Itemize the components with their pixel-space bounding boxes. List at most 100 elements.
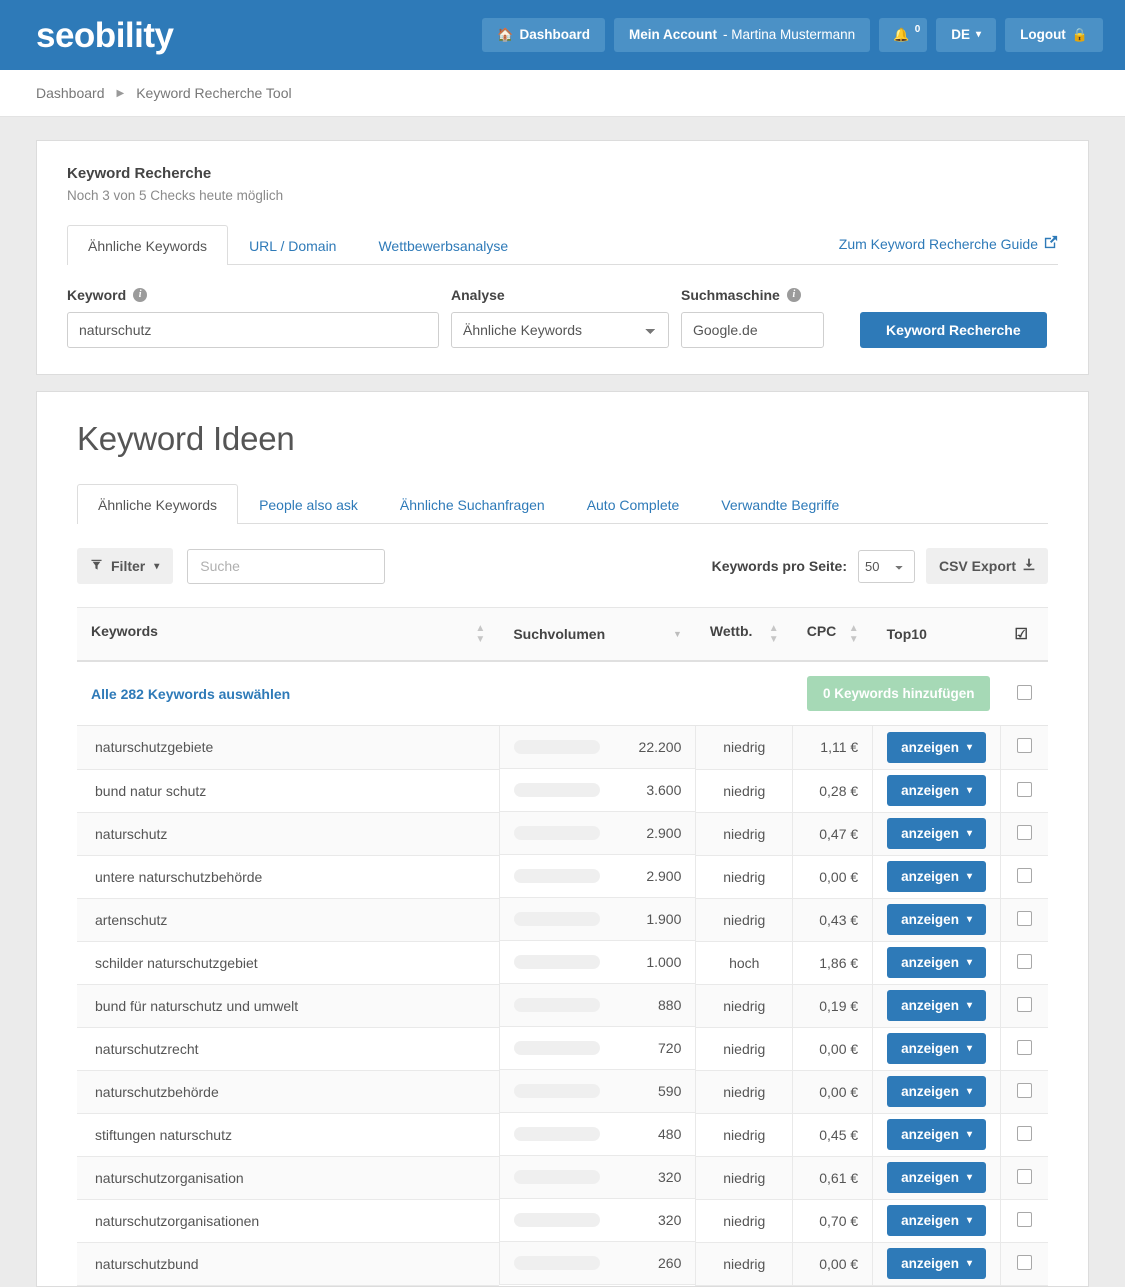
notifications-button[interactable]: 🔔 0	[879, 18, 928, 52]
tab-aehnliche-suchanfragen[interactable]: Ähnliche Suchanfragen	[379, 484, 566, 524]
keyword-research-guide-link[interactable]: Zum Keyword Recherche Guide	[839, 235, 1058, 264]
checkbox-row[interactable]	[1016, 1211, 1032, 1227]
column-header-cpc[interactable]: CPC ▲ ▼	[792, 607, 873, 662]
show-top10-button[interactable]: anzeigen ▾	[887, 1248, 986, 1279]
checkbox-row[interactable]	[1016, 824, 1032, 840]
show-top10-button[interactable]: anzeigen ▾	[887, 1119, 986, 1150]
keyword-research-submit-button[interactable]: Keyword Recherche	[860, 312, 1047, 348]
show-top10-button[interactable]: anzeigen ▾	[887, 861, 986, 892]
volume-bar-track	[514, 1084, 601, 1098]
tab-aehnliche-keywords-results[interactable]: Ähnliche Keywords	[77, 484, 239, 524]
volume-value: 720	[658, 1040, 682, 1056]
search-input[interactable]	[187, 548, 386, 584]
checkbox-row[interactable]	[1016, 953, 1032, 969]
info-icon[interactable]: i	[786, 288, 801, 302]
volume-bar-track	[514, 869, 601, 883]
suchmaschine-input[interactable]	[681, 312, 824, 348]
show-top10-button[interactable]: anzeigen ▾	[887, 947, 986, 978]
show-button-label: anzeigen	[901, 869, 959, 884]
checkbox-row[interactable]	[1016, 996, 1032, 1012]
checkbox-row[interactable]	[1016, 867, 1032, 883]
analyse-label-text: Analyse	[451, 287, 505, 303]
cell-search-volume: 22.200	[499, 726, 696, 769]
add-keywords-button[interactable]: 0 Keywords hinzufügen	[806, 676, 991, 711]
show-top10-button[interactable]: anzeigen ▾	[887, 990, 986, 1021]
show-button-label: anzeigen	[901, 1256, 959, 1271]
tab-wettbewerbsanalyse[interactable]: Wettbewerbsanalyse	[357, 225, 529, 265]
cell-competition: niedrig	[695, 1242, 793, 1286]
column-header-cpc-label: CPC	[806, 623, 837, 639]
table-row: bund für naturschutz und umwelt 880 niedri…	[77, 984, 1048, 1028]
tab-people-also-ask[interactable]: People also ask	[238, 484, 379, 524]
cell-top10: anzeigen ▾	[872, 769, 1001, 813]
cell-cpc: 0,00 €	[792, 855, 873, 899]
cell-search-volume: 880	[499, 984, 696, 1027]
csv-export-button[interactable]: CSV Export	[925, 548, 1048, 584]
show-top10-button[interactable]: anzeigen ▾	[887, 1205, 986, 1236]
filter-button[interactable]: Filter ▾	[77, 548, 174, 584]
cell-top10: anzeigen ▾	[872, 898, 1001, 942]
keyword-field-label: Keyword i	[67, 287, 439, 303]
show-top10-button[interactable]: anzeigen ▾	[887, 731, 986, 763]
sort-icon: ▲ ▼	[768, 623, 779, 645]
show-top10-button[interactable]: anzeigen ▾	[887, 818, 986, 849]
show-top10-button[interactable]: anzeigen ▾	[887, 1033, 986, 1064]
checkbox-row[interactable]	[1016, 910, 1032, 926]
tab-verwandte-begriffe[interactable]: Verwandte Begriffe	[700, 484, 860, 524]
cell-row-checkbox	[999, 1027, 1048, 1071]
chevron-down-icon: ▾	[966, 1129, 972, 1140]
keyword-field-group: Keyword i	[67, 287, 439, 348]
cell-cpc: 0,00 €	[792, 1027, 873, 1071]
checkbox-select-all[interactable]	[1016, 684, 1032, 700]
select-all-keywords-link[interactable]: Alle 282 Keywords auswählen	[91, 686, 290, 702]
account-button[interactable]: Mein Account - Martina Mustermann	[614, 17, 871, 53]
tab-aehnliche-keywords[interactable]: Ähnliche Keywords	[67, 225, 229, 265]
filter-icon	[91, 558, 102, 574]
toolbar-right-group: Keywords pro Seite: 50 CSV Export	[712, 548, 1048, 584]
show-button-label: anzeigen	[901, 998, 959, 1013]
dashboard-button[interactable]: 🏠 Dashboard	[482, 17, 606, 53]
seobility-logo[interactable]: seobility	[36, 18, 174, 53]
checkbox-row[interactable]	[1016, 1168, 1032, 1184]
checkbox-row[interactable]	[1016, 1125, 1032, 1141]
breadcrumb-item-dashboard[interactable]: Dashboard	[36, 85, 105, 101]
top-nav-actions: 🏠 Dashboard Mein Account - Martina Muste…	[482, 0, 1103, 70]
checkbox-row[interactable]	[1016, 1254, 1032, 1270]
keyword-results-table: Keywords ▲ ▼ Suchvolumen ▼ Wettb. ▲ ▼ CPC …	[77, 607, 1048, 1286]
cell-keyword: naturschutz	[77, 812, 500, 856]
guide-link-label: Zum Keyword Recherche Guide	[838, 235, 1038, 252]
breadcrumb-separator-icon: ▶	[116, 87, 125, 99]
cell-cpc: 0,47 €	[792, 812, 873, 856]
language-selector-button[interactable]: DE ▾	[936, 17, 997, 53]
cell-row-checkbox	[999, 812, 1048, 856]
checkbox-row[interactable]	[1016, 1039, 1032, 1055]
column-header-wettbewerb[interactable]: Wettb. ▲ ▼	[695, 607, 793, 662]
show-top10-button[interactable]: anzeigen ▾	[887, 1076, 986, 1107]
show-top10-button[interactable]: anzeigen ▾	[887, 775, 986, 806]
suchmaschine-label-text: Suchmaschine	[681, 287, 780, 303]
checkbox-row[interactable]	[1016, 738, 1032, 754]
cell-row-checkbox	[999, 769, 1048, 813]
checkbox-row[interactable]	[1016, 1082, 1032, 1098]
chevron-down-icon: ▾	[966, 1000, 972, 1011]
tab-auto-complete[interactable]: Auto Complete	[566, 484, 701, 524]
table-selection-row-body: Alle 282 Keywords auswählen 0 Keywords h…	[77, 661, 1048, 726]
tab-url-domain[interactable]: URL / Domain	[228, 225, 357, 265]
checkbox-row[interactable]	[1016, 781, 1032, 797]
analyse-select[interactable]: Ähnliche Keywords	[451, 312, 669, 348]
keyword-input[interactable]	[67, 312, 439, 348]
column-header-keywords[interactable]: Keywords ▲ ▼	[77, 607, 500, 662]
checkbox-all-icon[interactable]: ☑	[1014, 625, 1027, 643]
logout-button[interactable]: Logout 🔒	[1005, 17, 1103, 53]
info-icon[interactable]: i	[133, 288, 148, 302]
show-top10-button[interactable]: anzeigen ▾	[887, 904, 986, 935]
column-header-select-all[interactable]: ☑	[1000, 607, 1048, 662]
volume-bar-track	[514, 1256, 601, 1270]
cell-search-volume: 2.900	[499, 812, 696, 855]
cell-search-volume: 2.900	[499, 855, 696, 898]
column-header-suchvolumen[interactable]: Suchvolumen ▼	[499, 607, 696, 662]
volume-value: 1.900	[646, 911, 682, 927]
show-button-label: anzeigen	[901, 739, 959, 755]
cell-row-checkbox	[999, 1070, 1048, 1114]
per-page-select[interactable]: 50	[857, 549, 915, 583]
